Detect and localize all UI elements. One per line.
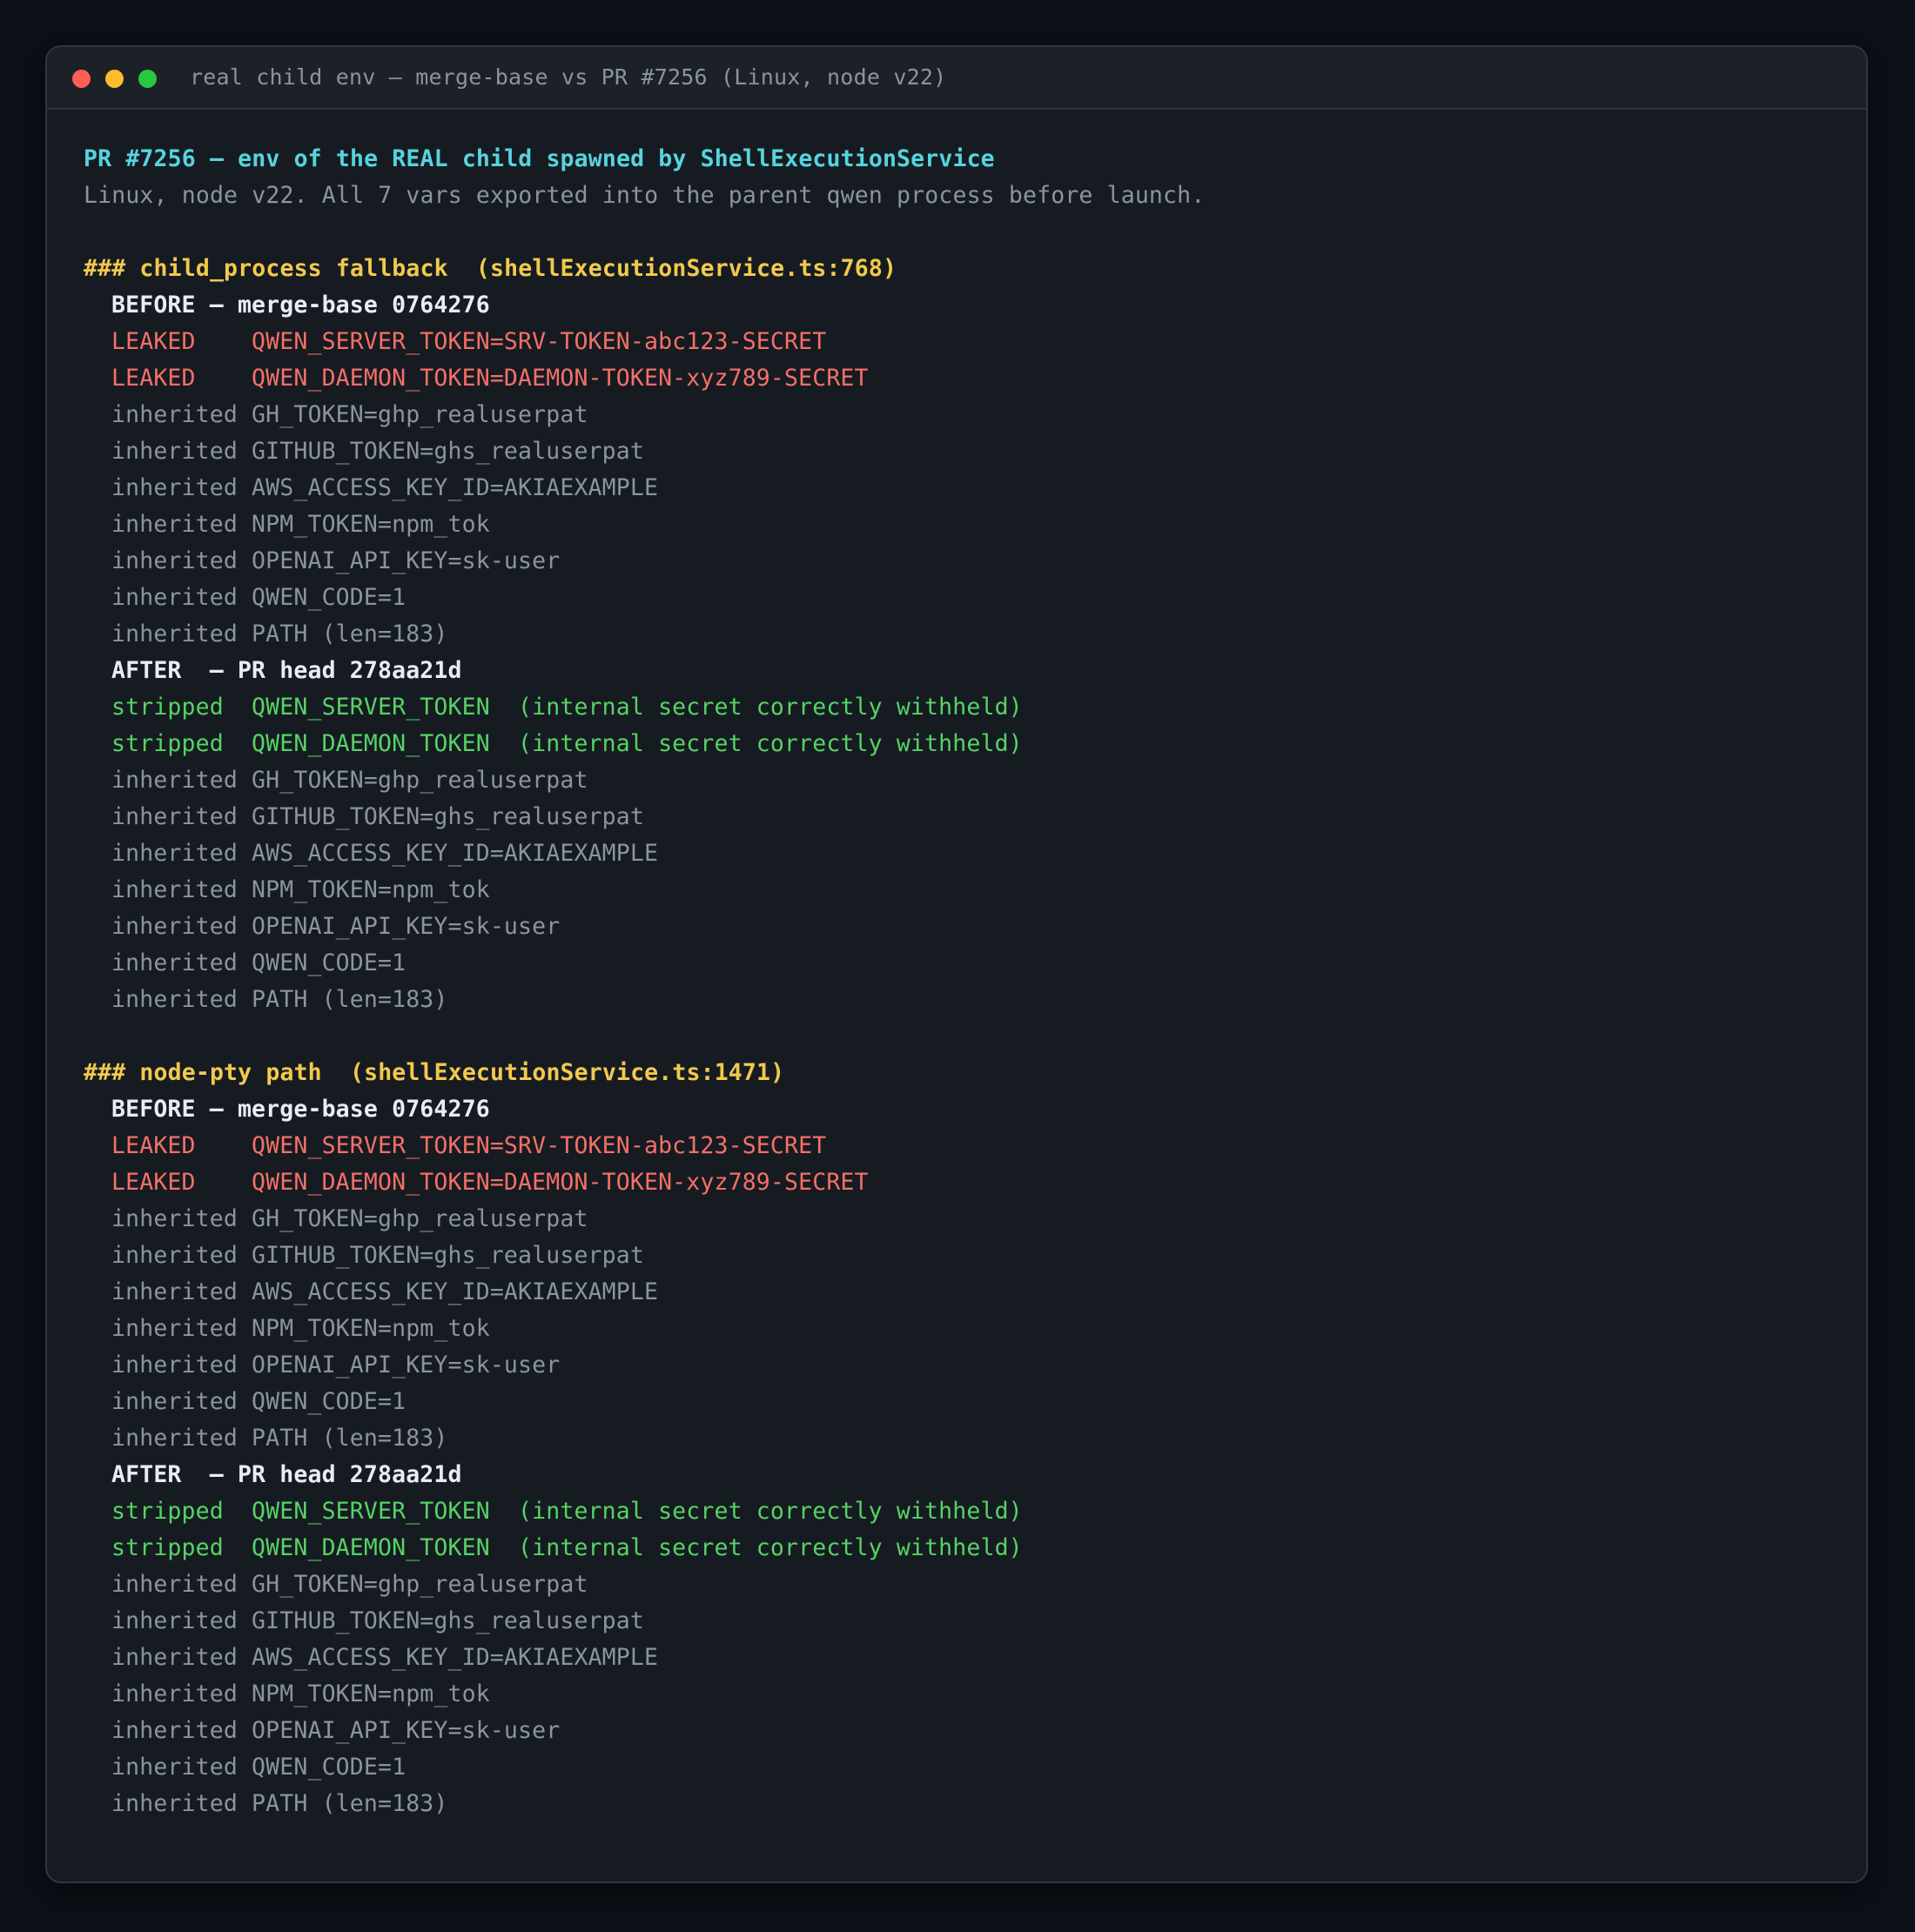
output-subtitle: Linux, node v22. All 7 vars exported int… <box>84 182 1206 209</box>
inherited-var-line: inherited GITHUB_TOKEN=ghs_realuserpat <box>111 1607 644 1634</box>
maximize-window-button[interactable] <box>138 70 157 88</box>
inherited-var-line: inherited GITHUB_TOKEN=ghs_realuserpat <box>111 1242 644 1269</box>
inherited-var-line: inherited GH_TOKEN=ghp_realuserpat <box>111 401 588 428</box>
terminal-window: real child env — merge-base vs PR #7256 … <box>45 45 1868 1883</box>
terminal-output: PR #7256 — env of the REAL child spawned… <box>84 141 1831 1822</box>
inherited-var-line: inherited NPM_TOKEN=npm_tok <box>111 511 490 538</box>
stripped-var-line: stripped QWEN_SERVER_TOKEN (internal sec… <box>111 1498 1023 1525</box>
inherited-var-line: inherited QWEN_CODE=1 <box>111 1754 407 1781</box>
leaked-var-line: LEAKED QWEN_SERVER_TOKEN=SRV-TOKEN-abc12… <box>111 1132 827 1159</box>
after-label: AFTER — PR head 278aa21d <box>111 657 462 684</box>
inherited-var-line: inherited PATH (len=183) <box>111 1790 448 1817</box>
inherited-var-line: inherited PATH (len=183) <box>111 621 448 647</box>
inherited-var-line: inherited PATH (len=183) <box>111 986 448 1013</box>
inherited-var-line: inherited GH_TOKEN=ghp_realuserpat <box>111 1205 588 1232</box>
section-heading: ### child_process fallback (shellExecuti… <box>84 255 897 282</box>
inherited-var-line: inherited OPENAI_API_KEY=sk-user <box>111 547 561 574</box>
inherited-var-line: inherited NPM_TOKEN=npm_tok <box>111 1315 490 1342</box>
inherited-var-line: inherited OPENAI_API_KEY=sk-user <box>111 1717 561 1744</box>
title-bar: real child env — merge-base vs PR #7256 … <box>47 47 1866 110</box>
section-heading: ### node-pty path (shellExecutionService… <box>84 1059 785 1086</box>
inherited-var-line: inherited GITHUB_TOKEN=ghs_realuserpat <box>111 803 644 830</box>
leaked-var-line: LEAKED QWEN_SERVER_TOKEN=SRV-TOKEN-abc12… <box>111 328 827 355</box>
inherited-var-line: inherited PATH (len=183) <box>111 1425 448 1452</box>
stripped-var-line: stripped QWEN_SERVER_TOKEN (internal sec… <box>111 694 1023 721</box>
stripped-var-line: stripped QWEN_DAEMON_TOKEN (internal sec… <box>111 1534 1023 1561</box>
leaked-var-line: LEAKED QWEN_DAEMON_TOKEN=DAEMON-TOKEN-xy… <box>111 1169 869 1196</box>
before-label: BEFORE — merge-base 0764276 <box>111 1096 490 1123</box>
inherited-var-line: inherited QWEN_CODE=1 <box>111 1388 407 1415</box>
inherited-var-line: inherited QWEN_CODE=1 <box>111 949 407 976</box>
inherited-var-line: inherited AWS_ACCESS_KEY_ID=AKIAEXAMPLE <box>111 1278 659 1305</box>
inherited-var-line: inherited QWEN_CODE=1 <box>111 584 407 611</box>
output-title: PR #7256 — env of the REAL child spawned… <box>84 145 995 172</box>
inherited-var-line: inherited OPENAI_API_KEY=sk-user <box>111 913 561 940</box>
minimize-window-button[interactable] <box>105 70 124 88</box>
inherited-var-line: inherited OPENAI_API_KEY=sk-user <box>111 1352 561 1379</box>
after-label: AFTER — PR head 278aa21d <box>111 1461 462 1488</box>
close-window-button[interactable] <box>72 70 91 88</box>
inherited-var-line: inherited GH_TOKEN=ghp_realuserpat <box>111 1571 588 1598</box>
before-label: BEFORE — merge-base 0764276 <box>111 292 490 319</box>
inherited-var-line: inherited AWS_ACCESS_KEY_ID=AKIAEXAMPLE <box>111 840 659 867</box>
inherited-var-line: inherited AWS_ACCESS_KEY_ID=AKIAEXAMPLE <box>111 474 659 501</box>
inherited-var-line: inherited NPM_TOKEN=npm_tok <box>111 876 490 903</box>
inherited-var-line: inherited AWS_ACCESS_KEY_ID=AKIAEXAMPLE <box>111 1644 659 1671</box>
inherited-var-line: inherited NPM_TOKEN=npm_tok <box>111 1680 490 1707</box>
inherited-var-line: inherited GITHUB_TOKEN=ghs_realuserpat <box>111 438 644 465</box>
leaked-var-line: LEAKED QWEN_DAEMON_TOKEN=DAEMON-TOKEN-xy… <box>111 365 869 392</box>
inherited-var-line: inherited GH_TOKEN=ghp_realuserpat <box>111 767 588 794</box>
stripped-var-line: stripped QWEN_DAEMON_TOKEN (internal sec… <box>111 730 1023 757</box>
window-title: real child env — merge-base vs PR #7256 … <box>190 64 947 90</box>
